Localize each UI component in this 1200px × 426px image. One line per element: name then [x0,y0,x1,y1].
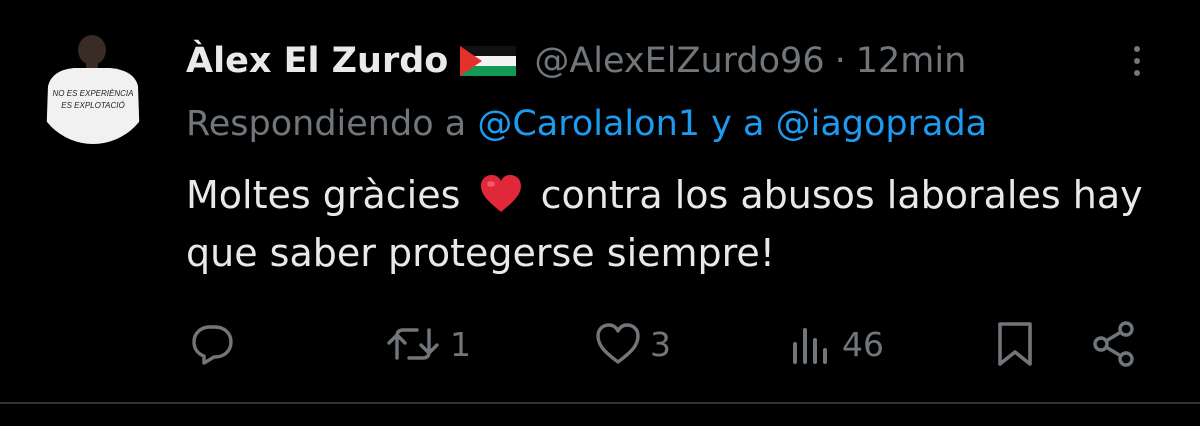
views-count: 46 [842,324,884,364]
avatar-image: NO ES EXPERIÈNCIA ES EXPLOTACIÓ [34,26,152,144]
retweet-icon [387,328,439,360]
views-icon [793,328,827,364]
reply-join: y a [711,104,765,144]
bookmark-button[interactable] [994,314,1036,374]
avatar-shirt-text-2: ES EXPLOTACIÓ [61,101,124,110]
separator-dot: · [834,41,846,81]
share-button[interactable] [1090,314,1140,374]
display-name[interactable]: Àlex El Zurdo [186,36,448,86]
red-heart-emoji [480,175,521,212]
like-count: 3 [650,324,671,364]
reply-icon [192,325,233,365]
like-button[interactable]: 3 [594,314,671,374]
heart-icon [596,323,640,364]
tweet-text-part-1: Moltes gràcies [186,173,461,217]
tweet-header: Àlex El Zurdo @AlexElZurdo96 · 12min [186,36,966,86]
reply-mention-carolalon1[interactable]: @Carolalon1 [477,104,700,144]
avatar-shirt-text-1: NO ES EXPERIÈNCIA [53,89,134,98]
tweet[interactable]: NO ES EXPERIÈNCIA ES EXPLOTACIÓ Àlex El … [0,0,1200,402]
timestamp[interactable]: 12min [856,36,967,86]
retweet-count: 1 [450,324,471,364]
views-button[interactable]: 46 [788,314,884,374]
reply-prefix: Respondiendo a [186,104,467,144]
divider [0,402,1200,404]
retweet-button[interactable]: 1 [384,314,471,374]
replying-to: Respondiendo a @Carolalon1 y a @iagoprad… [186,98,987,150]
handle[interactable]: @AlexElZurdo96 [534,36,824,86]
avatar[interactable]: NO ES EXPERIÈNCIA ES EXPLOTACIÓ [34,26,152,144]
reply-button[interactable] [188,314,244,374]
bookmark-icon [998,322,1032,366]
more-icon[interactable] [1125,40,1149,82]
reply-mention-iagoprada[interactable]: @iagoprada [776,104,988,144]
action-bar: 1 3 46 [0,314,1200,374]
palestine-flag-icon [460,46,517,76]
tweet-text: Moltes gràcies contra los abusos laboral… [186,166,1166,282]
share-icon [1093,321,1134,367]
